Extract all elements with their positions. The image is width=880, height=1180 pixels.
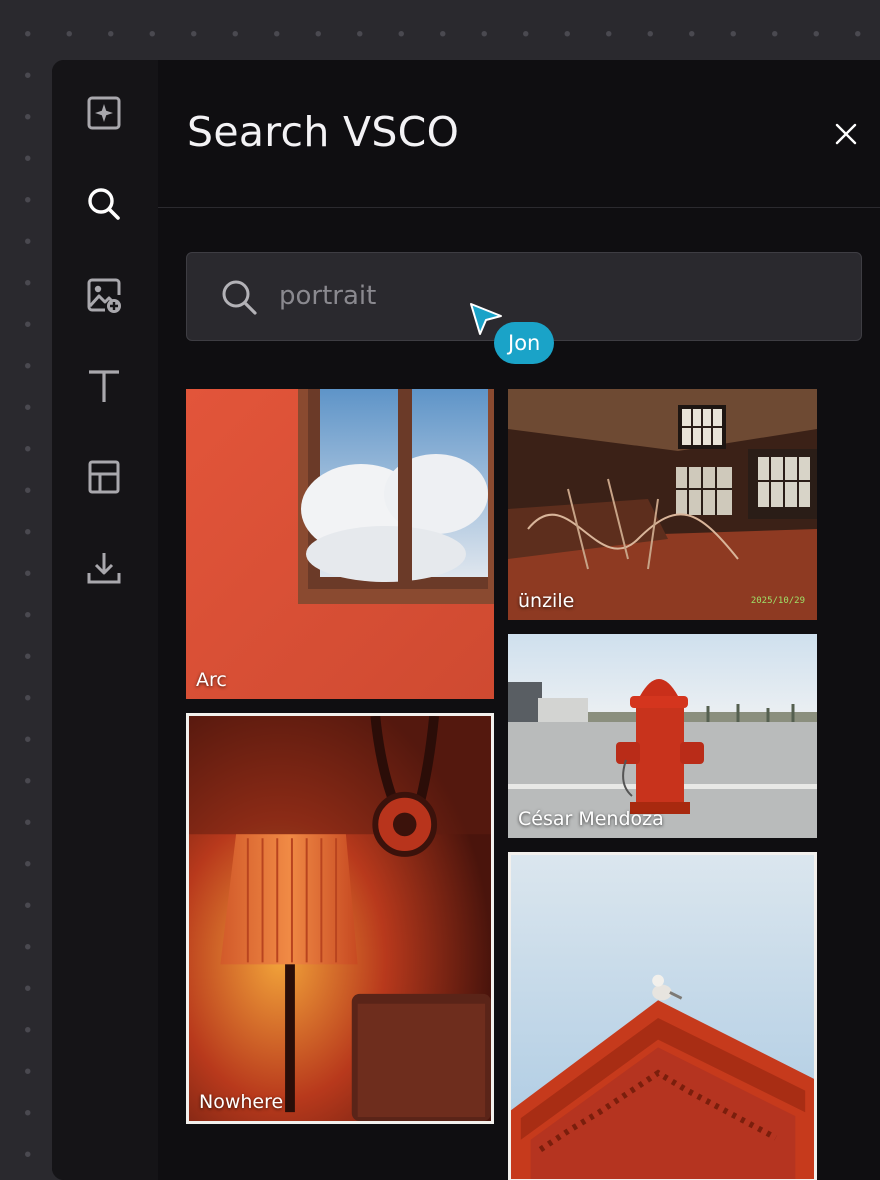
text-button[interactable]	[83, 365, 125, 407]
search-input[interactable]	[279, 273, 819, 319]
result-photo-roof[interactable]	[508, 852, 817, 1180]
photo-image	[189, 716, 491, 1121]
photo-image	[186, 389, 494, 699]
photo-author: César Mendoza	[518, 808, 664, 830]
close-button[interactable]	[828, 116, 864, 152]
add-image-button[interactable]	[83, 274, 125, 316]
panel-header: Search VSCO	[158, 60, 880, 208]
result-photo-nowhere[interactable]: Nowhere	[186, 713, 494, 1124]
layout-icon	[88, 460, 120, 494]
photo-author: Arc	[196, 669, 227, 691]
layout-button[interactable]	[83, 456, 125, 498]
photo-author: ünzile	[518, 590, 575, 612]
download-icon	[87, 553, 121, 584]
search-panel: Search VSCO Jon	[52, 60, 880, 1180]
page-title: Search VSCO	[187, 108, 460, 156]
download-button[interactable]	[83, 547, 125, 589]
photo-author: Nowhere	[199, 1091, 284, 1113]
photo-image	[508, 389, 817, 620]
close-icon	[835, 123, 857, 145]
photo-date-stamp: 2025/10/29	[750, 596, 805, 606]
result-photo-cesar-mendoza[interactable]: César Mendoza	[508, 634, 817, 838]
search-icon	[222, 280, 257, 315]
add-image-icon	[87, 278, 121, 313]
tool-rail	[52, 60, 158, 1180]
text-icon	[89, 370, 119, 402]
photo-image	[511, 855, 814, 1179]
result-photo-unzile[interactable]: ünzile 2025/10/29	[508, 389, 817, 620]
sparkle-button[interactable]	[83, 92, 125, 134]
search-icon	[88, 188, 120, 220]
collaborator-name-tag: Jon	[494, 322, 555, 364]
sparkle-icon	[87, 96, 121, 130]
result-photo-arc[interactable]: Arc	[186, 389, 494, 699]
search-button[interactable]	[83, 183, 125, 225]
